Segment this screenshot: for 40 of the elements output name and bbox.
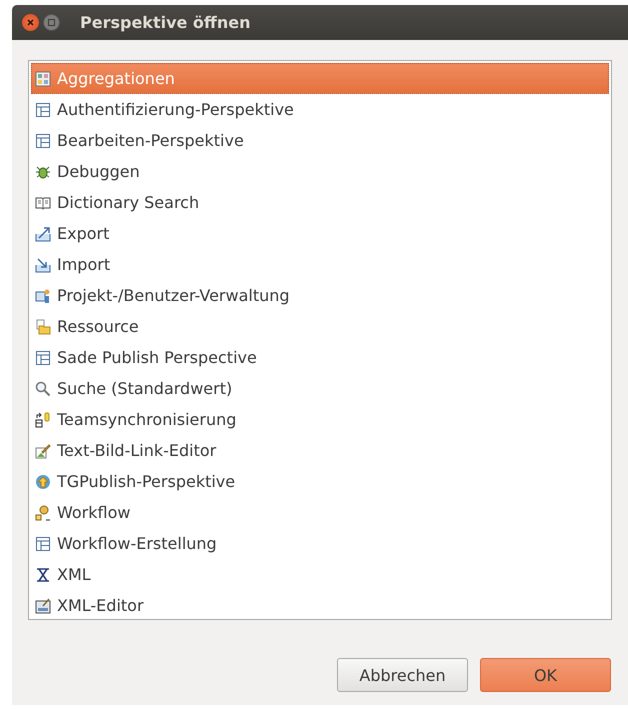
close-icon[interactable] [22,14,39,31]
list-item[interactable]: XML [31,559,609,590]
ok-button[interactable]: OK [480,658,611,692]
list-item[interactable]: Workflow [31,497,609,528]
list-item[interactable]: Teamsynchronisierung [31,404,609,435]
list-item[interactable]: Dictionary Search [31,187,609,218]
sync-icon [35,412,51,428]
list-item[interactable]: Export [31,218,609,249]
workflow-icon [35,504,51,520]
table-icon [35,350,51,366]
list-item[interactable]: Bearbeiten-Perspektive [31,125,609,156]
window-title: Perspektive öffnen [80,13,251,32]
table-icon [35,536,51,552]
list-item[interactable]: Text-Bild-Link-Editor [31,435,609,466]
bug-icon [35,164,51,180]
grid-icon [35,70,51,86]
xml-file-icon [35,598,51,614]
cancel-button[interactable]: Abbrechen [337,658,468,692]
search-icon [35,380,51,396]
list-item[interactable]: Workflow-Erstellung [31,528,609,559]
minimize-icon[interactable] [43,14,60,31]
list-item[interactable]: Import [31,249,609,280]
users-icon [35,288,51,304]
x-icon [35,566,51,582]
list-item[interactable]: Projekt-/Benutzer-Verwaltung [31,280,609,311]
list-item[interactable]: Sade Publish Perspective [31,342,609,373]
import-icon [35,256,51,272]
globe-icon [35,474,51,490]
table-icon [35,132,51,148]
export-icon [35,226,51,242]
table-icon [35,102,51,118]
folder-icon [35,318,51,334]
list-item[interactable]: Authentifizierung-Perspektive [31,94,609,125]
editor-icon [35,442,51,458]
list-item[interactable]: XML-Editor [31,590,609,621]
list-item[interactable]: TGPublish-Perspektive [31,466,609,497]
list-item[interactable]: Ressource [31,311,609,342]
book-icon [35,194,51,210]
list-item[interactable]: Debuggen [31,156,609,187]
list-item[interactable]: Suche (Standardwert) [31,373,609,404]
